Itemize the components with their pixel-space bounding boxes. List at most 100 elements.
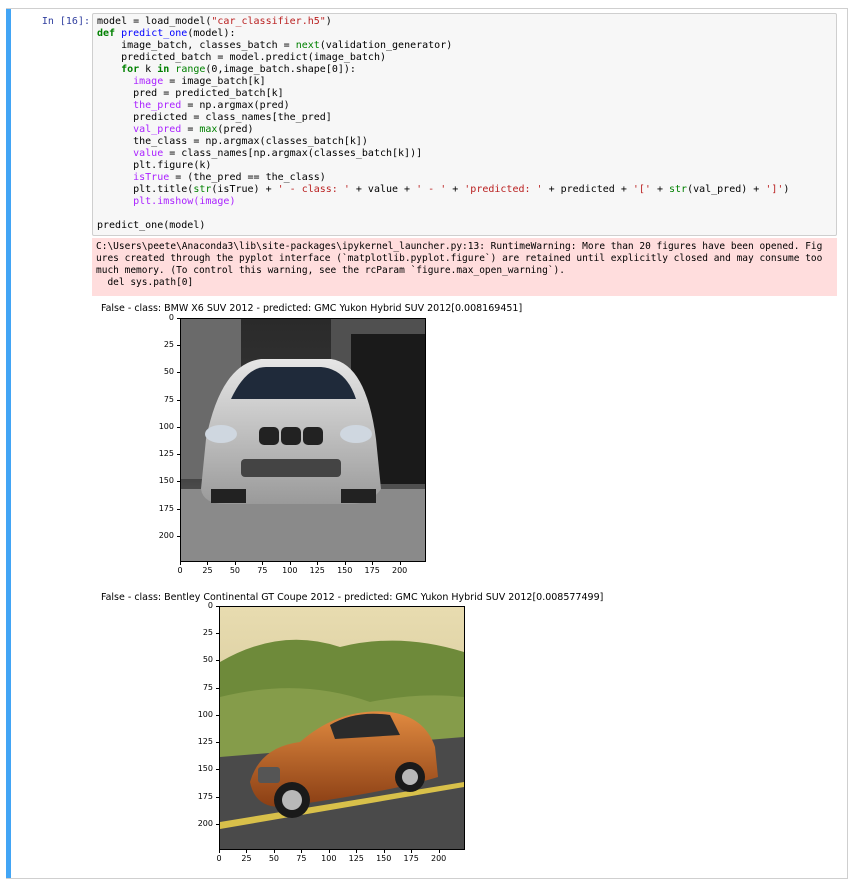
code-line: model = load_model("car_classifier.h5") [97,16,832,28]
x-tick-mark [289,562,291,565]
code-editor[interactable]: model = load_model("car_classifier.h5") d… [92,13,837,236]
x-tick-mark [207,562,209,565]
code-token: = class_names[np.argmax(classes_batch[k]… [163,148,423,159]
y-tick-label: 0 [207,601,213,610]
code-token: = np.argmax(pred) [181,100,290,111]
x-tick-label: 75 [296,854,307,863]
y-tick-mark [177,454,180,456]
y-tick-mark [177,535,180,537]
x-tick-mark [262,562,264,565]
x-tick-mark [356,850,358,853]
silver-car-icon [181,319,425,561]
figure-2-axes [219,606,465,850]
y-tick-label: 0 [168,313,174,322]
code-token: = [181,124,200,135]
y-tick-label: 125 [158,449,174,459]
x-tick-label: 75 [257,566,268,575]
x-tick-label: 50 [229,566,240,575]
code-line: plt.figure(k) [97,160,832,172]
code-token: predict_one [121,28,188,39]
y-tick-label: 100 [197,709,213,719]
y-tick-mark [177,426,180,428]
code-token: + value + [349,184,417,195]
code-token: next [295,40,320,51]
code-token: the_pred [133,100,182,111]
code-token: predicted = class_names[the_pred] [97,112,332,123]
code-line: the_class = np.argmax(classes_batch[k]) [97,136,832,148]
x-tick-label: 175 [403,854,419,863]
y-tick-label: 150 [158,476,174,486]
code-line: isTrue = (the_pred == the_class) [97,172,832,184]
x-tick-mark [301,850,303,853]
code-token: (model): [187,28,236,39]
x-tick-mark [273,850,275,853]
y-tick-mark [177,372,180,374]
code-line: image = image_batch[k] [97,76,832,88]
figure-2-title: False - class: Bentley Continental GT Co… [101,592,604,603]
y-tick-mark [216,660,219,662]
code-token: def [97,28,122,39]
code-token: + [650,184,669,195]
code-token: range [175,64,206,75]
x-tick-mark [344,562,346,565]
stderr-line: much memory. (To control this warning, s… [96,265,565,276]
code-token: (val_pred) + [687,184,766,195]
code-token: isTrue [133,172,170,183]
y-tick-mark [216,714,219,716]
stderr-line: C:\Users\peete\Anaconda3\lib\site-packag… [96,241,823,252]
y-tick-label: 100 [158,421,174,431]
x-tick-mark [328,850,330,853]
y-tick-label: 125 [197,737,213,747]
y-tick-label: 175 [158,503,174,513]
code-token: (0,image_batch.shape[0]): [205,64,356,75]
x-tick-mark [383,850,385,853]
code-token: ) [783,184,790,195]
code-token: 'predicted: ' [464,184,543,195]
x-tick-label: 0 [177,566,183,575]
x-tick-mark [438,850,440,853]
y-tick-mark [216,796,219,798]
code-line: for k in range(0,image_batch.shape[0]): [97,64,832,76]
orange-car-icon [220,607,464,849]
y-tick-mark [177,399,180,401]
x-tick-mark [317,562,319,565]
code-token: val_pred [133,124,182,135]
input-prompt: In [16]: [41,16,90,27]
y-tick-mark [216,687,219,689]
y-tick-mark [216,823,219,825]
x-tick-mark [372,562,374,565]
code-token: ' - ' [416,184,447,195]
x-tick-mark [246,850,248,853]
y-tick-mark [216,769,219,771]
code-token: ) [325,16,332,27]
code-token: pred = predicted_batch[k] [97,88,284,99]
y-tick-mark [177,481,180,483]
stderr-output: C:\Users\peete\Anaconda3\lib\site-packag… [92,238,837,296]
code-token: (isTrue) + [211,184,278,195]
code-line: pred = predicted_batch[k] [97,88,832,100]
code-token: ']' [765,184,784,195]
code-line: image_batch, classes_batch = next(valida… [97,40,832,52]
code-token: predicted_batch = model.predict(image_ba… [97,52,386,63]
code-line: predicted_batch = model.predict(image_ba… [97,52,832,64]
code-token: plt.imshow(image) [133,196,236,207]
code-token: image_batch, classes_batch = [97,40,296,51]
y-tick-label: 50 [202,655,213,665]
x-tick-mark [399,562,401,565]
stderr-line: del sys.path[0] [96,277,194,288]
code-line: plt.title(str(isTrue) + ' - class: ' + v… [97,184,832,196]
code-token: + [446,184,465,195]
code-token: predict_one(model) [97,220,206,231]
y-tick-label: 50 [163,367,174,377]
x-tick-mark [411,850,413,853]
code-token: str [193,184,212,195]
x-tick-label: 100 [282,566,298,575]
y-tick-mark [216,606,219,607]
x-tick-label: 50 [268,854,279,863]
code-token: plt.figure(k) [97,160,212,171]
